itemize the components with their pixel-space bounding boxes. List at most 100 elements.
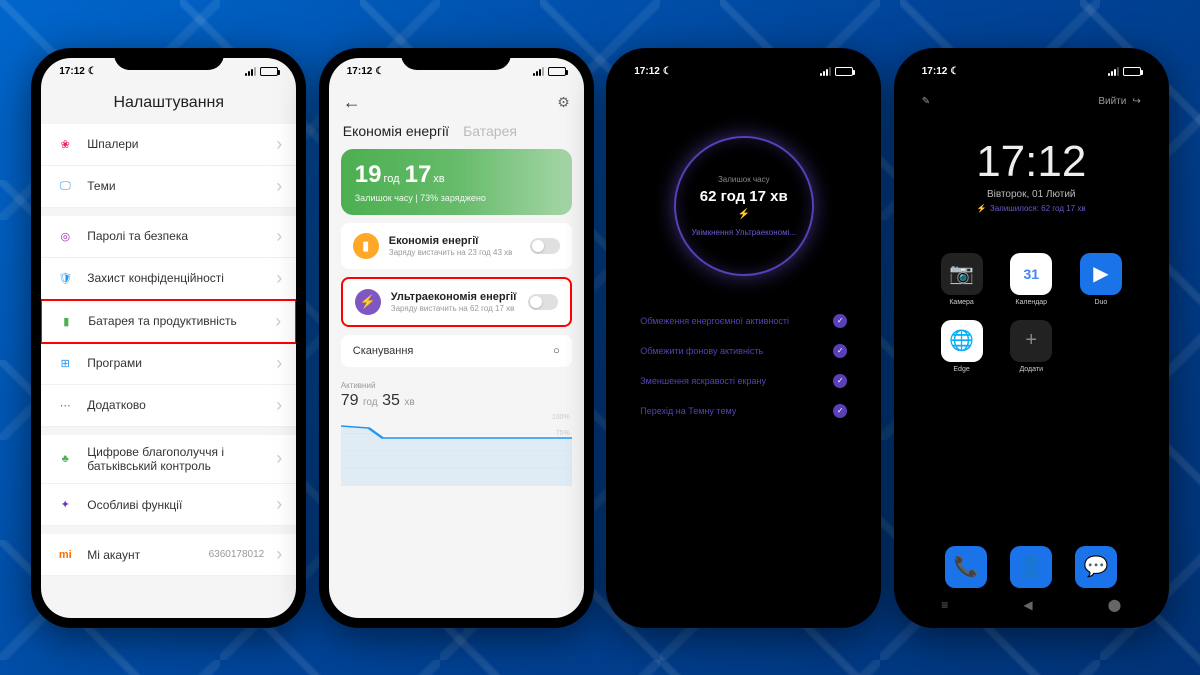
feature-item: Обмеження енергоємної активності ✓ [640, 306, 847, 336]
plus-icon: + [1010, 320, 1052, 362]
mode-title: Економія енергії [389, 235, 520, 247]
remaining-hours: 19 [355, 161, 382, 188]
feature-item: Перехід на Темну тему ✓ [640, 396, 847, 426]
check-icon: ✓ [833, 344, 847, 358]
feature-item: Обмежити фонову активність ✓ [640, 336, 847, 366]
status-time: 17:12 [634, 66, 660, 77]
settings-label: Програми [87, 356, 264, 370]
edge-icon: 🌐 [941, 320, 983, 362]
edit-icon[interactable]: ✎ [922, 96, 930, 107]
status-time: 17:12 [347, 66, 373, 77]
settings-label: Особливі функції [87, 498, 264, 512]
notch [401, 48, 511, 70]
nav-accessibility-icon[interactable]: ⬤ [1108, 598, 1121, 612]
circle-time: 62 год 17 хв [700, 188, 788, 205]
messages-app[interactable]: 💬 [1075, 546, 1117, 588]
ultra-saving-toggle[interactable] [528, 294, 558, 310]
account-id: 6360178012 [209, 549, 265, 560]
settings-item-apps[interactable]: ⊞ Програми [41, 343, 296, 385]
battery-summary-card: 19год 17хв Залишок часу | 73% заряджено [341, 149, 572, 215]
feature-label: Обмежити фонову активність [640, 346, 763, 356]
refresh-icon: ○ [553, 345, 560, 357]
signal-icon [533, 67, 544, 76]
remaining-line: ⚡ Залишилося: 62 год 17 хв [904, 204, 1159, 213]
bolt-icon: ⚡ [738, 209, 750, 220]
check-icon: ✓ [833, 374, 847, 388]
app-edge[interactable]: 🌐 Edge [934, 320, 990, 373]
settings-item-passwords[interactable]: ◎ Паролі та безпека [41, 216, 296, 258]
special-icon: ✦ [55, 495, 75, 515]
gear-icon[interactable]: ⚙ [557, 94, 570, 111]
settings-item-account[interactable]: mi Mi акаунт 6360178012 [41, 534, 296, 576]
video-icon: ▶ [1080, 253, 1122, 295]
page-title: Налаштування [41, 86, 296, 124]
bolt-icon: ⚡ [977, 204, 987, 213]
clock: 17:12 [904, 137, 1159, 187]
exit-icon: ↪ [1132, 96, 1140, 107]
mode-title: Ультраекономія енергії [391, 291, 518, 303]
app-camera[interactable]: 📷 Камера [934, 253, 990, 306]
dots-icon: ⋯ [55, 395, 75, 415]
ultra-saving-row[interactable]: ⚡ Ультраекономія енергії Заряду вистачит… [341, 277, 572, 327]
energy-saving-toggle[interactable] [530, 238, 560, 254]
tab-energy[interactable]: Економія енергії [343, 123, 449, 139]
notch [689, 48, 799, 70]
battery-icon [548, 67, 566, 76]
app-duo[interactable]: ▶ Duo [1073, 253, 1129, 306]
settings-item-special[interactable]: ✦ Особливі функції [41, 484, 296, 526]
settings-label: Додатково [87, 398, 264, 412]
settings-item-privacy[interactable]: 🛡 Захист конфіденційності [41, 258, 296, 300]
energy-saving-row[interactable]: ▮ Економія енергії Заряду вистачить на 2… [341, 223, 572, 269]
circle-sub: Увімкнення Ультраекономі... [691, 228, 796, 237]
exit-button[interactable]: Вийти ↪ [1098, 96, 1140, 107]
battery-icon [835, 67, 853, 76]
feature-item: Зменшення яскравості екрану ✓ [640, 366, 847, 396]
nav-menu-icon[interactable]: ≡ [941, 598, 948, 612]
tab-battery[interactable]: Батарея [463, 123, 517, 139]
moon-icon: ☾ [88, 66, 97, 77]
settings-item-wallpaper[interactable]: ❀ Шпалери [41, 124, 296, 166]
flower-icon: ❀ [55, 134, 75, 154]
circle-label: Залишок часу [718, 175, 770, 184]
nav-back-icon[interactable]: ◀ [1023, 598, 1032, 612]
calendar-icon: 31 [1010, 253, 1052, 295]
battery-icon [1123, 67, 1141, 76]
moon-icon: ☾ [663, 66, 672, 77]
settings-item-wellbeing[interactable]: ♣ Цифрове благополуччя і батьківський ко… [41, 435, 296, 485]
settings-item-additional[interactable]: ⋯ Додатково [41, 385, 296, 427]
battery-icon [260, 67, 278, 76]
settings-label: Теми [87, 179, 264, 193]
scan-row[interactable]: Сканування ○ [341, 335, 572, 367]
date: Вівторок, 01 Лютий [904, 189, 1159, 200]
settings-label: Батарея та продуктивність [88, 314, 263, 328]
chart-active-label: Активний [329, 375, 584, 392]
scan-label: Сканування [353, 345, 414, 357]
phone-app[interactable]: 📞 [945, 546, 987, 588]
notch [976, 48, 1086, 70]
battery-setting-icon: ▮ [56, 311, 76, 331]
settings-label: Паролі та безпека [87, 229, 264, 243]
remaining-mins: 17 [405, 161, 432, 188]
moon-icon: ☾ [375, 66, 384, 77]
settings-label: Цифрове благополуччя і батьківський конт… [87, 445, 264, 474]
apps-icon: ⊞ [55, 353, 75, 373]
settings-label: Захист конфіденційності [87, 271, 264, 285]
status-time: 17:12 [59, 66, 85, 77]
signal-icon [820, 67, 831, 76]
app-calendar[interactable]: 31 Календар [1003, 253, 1059, 306]
remaining-time-circle: Залишок часу 62 год 17 хв ⚡ Увімкнення У… [674, 136, 814, 276]
check-icon: ✓ [833, 404, 847, 418]
back-button[interactable]: ← [343, 92, 361, 113]
settings-item-themes[interactable]: 🖵 Теми [41, 166, 296, 208]
app-add[interactable]: + Додати [1003, 320, 1059, 373]
mode-sub: Заряду вистачить на 23 год 43 хв [389, 248, 520, 257]
moon-icon: ☾ [950, 66, 959, 77]
phone-ultra-home: 17:12 ☾ ✎ Вийти ↪ 17:12 Вівторок, 01 Лют… [894, 48, 1169, 628]
settings-item-battery[interactable]: ▮ Батарея та продуктивність [41, 299, 296, 344]
contacts-app[interactable]: 👤 [1010, 546, 1052, 588]
feature-label: Зменшення яскравості екрану [640, 376, 766, 386]
battery-sub: Залишок часу | 73% заряджено [355, 193, 558, 203]
monitor-icon: 🖵 [55, 176, 75, 196]
wellbeing-icon: ♣ [55, 449, 75, 469]
settings-label: Mi акаунт [87, 548, 196, 562]
